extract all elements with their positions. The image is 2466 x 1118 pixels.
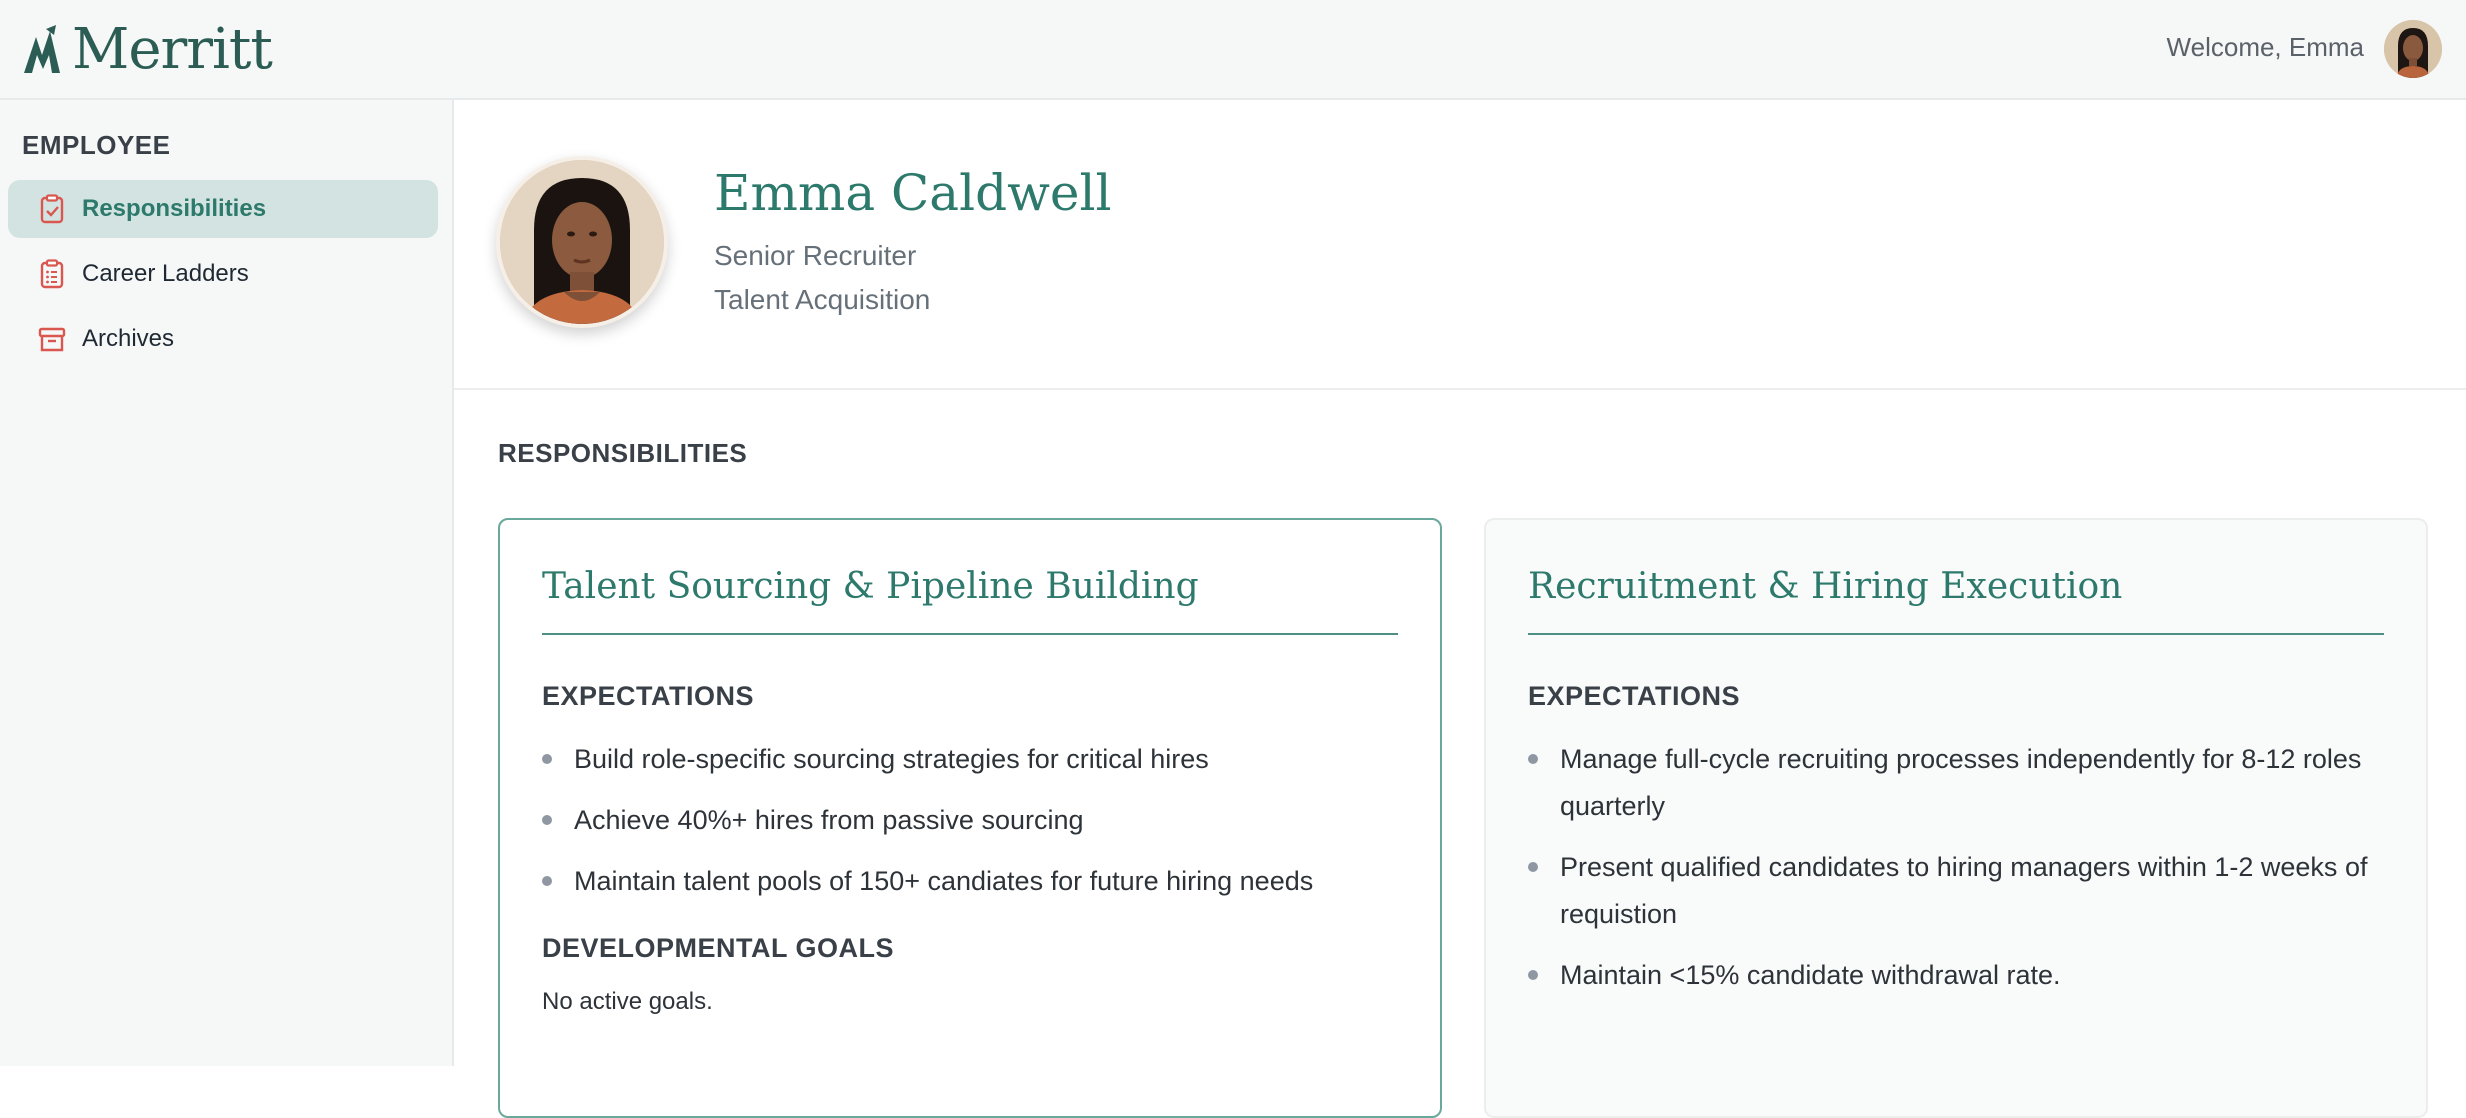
expectations-heading: EXPECTATIONS <box>542 681 755 711</box>
sidebar-item-label: Responsibilities <box>82 195 267 222</box>
list-item: Build role-specific sourcing strategies … <box>542 736 1398 783</box>
list-item: Maintain <15% candidate withdrawal rate. <box>1528 952 2384 999</box>
sidebar-item-archives[interactable]: Archives <box>8 310 438 368</box>
goals-heading: DEVELOPMENTAL GOALS <box>542 933 895 963</box>
card-title: Talent Sourcing & Pipeline Building <box>542 566 1398 635</box>
profile-role: Senior Recruiter <box>714 240 917 271</box>
clipboard-check-icon <box>38 194 66 224</box>
merritt-logo-icon <box>24 25 60 73</box>
expectations-list: Manage full-cycle recruiting processes i… <box>1528 736 2384 999</box>
sidebar-item-label: Career Ladders <box>82 260 249 287</box>
sidebar-item-career-ladders[interactable]: Career Ladders <box>8 245 438 303</box>
profile-header: Emma Caldwell Senior Recruiter Talent Ac… <box>454 100 2466 390</box>
brand-logo[interactable]: Merritt <box>22 17 273 82</box>
list-item: Achieve 40%+ hires from passive sourcing <box>542 797 1398 844</box>
user-avatar[interactable] <box>2384 20 2442 78</box>
sidebar-item-label: Archives <box>82 325 175 352</box>
sidebar-item-responsibilities[interactable]: Responsibilities <box>8 180 438 238</box>
user-avatar-image <box>2384 20 2442 78</box>
responsibility-card[interactable]: Talent Sourcing & Pipeline Building EXPE… <box>498 518 1442 1118</box>
expectations-heading: EXPECTATIONS <box>1528 681 1741 711</box>
archive-box-icon <box>38 324 66 354</box>
profile-name: Emma Caldwell <box>714 164 1112 222</box>
goals-empty-text: No active goals. <box>542 988 713 1015</box>
top-bar: Merritt Welcome, Emma <box>0 0 2466 100</box>
responsibility-card[interactable]: Recruitment & Hiring Execution EXPECTATI… <box>1484 518 2428 1118</box>
list-item: Present qualified candidates to hiring m… <box>1528 844 2384 938</box>
sidebar-heading: EMPLOYEE <box>22 130 171 160</box>
list-item: Manage full-cycle recruiting processes i… <box>1528 736 2384 830</box>
profile-photo <box>496 156 668 328</box>
sidebar: EMPLOYEE Responsibilities Career Ladders… <box>0 100 454 1066</box>
clipboard-list-icon <box>38 259 66 289</box>
profile-photo-image <box>500 160 664 324</box>
expectations-list: Build role-specific sourcing strategies … <box>542 736 1398 905</box>
profile-department: Talent Acquisition <box>714 284 931 315</box>
list-item: Maintain talent pools of 150+ candiates … <box>542 858 1398 905</box>
section-title: RESPONSIBILITIES <box>498 438 748 468</box>
welcome-text: Welcome, Emma <box>2166 32 2364 62</box>
brand-name: Merritt <box>72 17 273 82</box>
card-title: Recruitment & Hiring Execution <box>1528 566 2384 635</box>
